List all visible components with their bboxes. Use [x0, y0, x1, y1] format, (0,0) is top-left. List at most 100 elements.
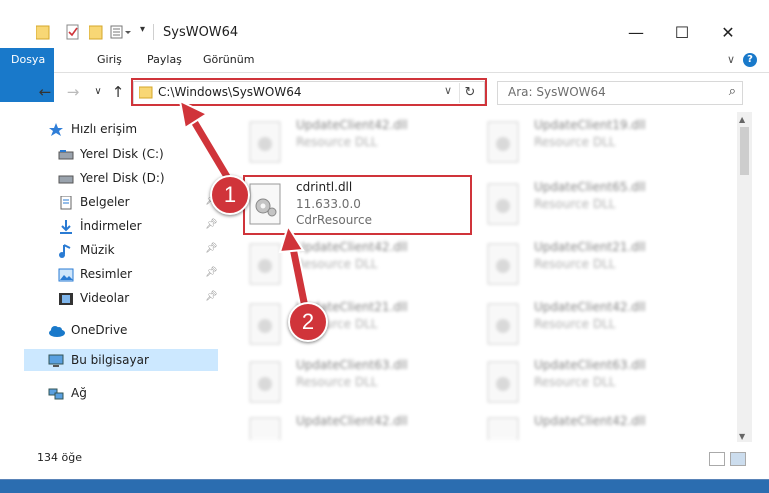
status-bar: 134 öğe — [0, 448, 769, 470]
sidebar-item-label: Ağ — [71, 386, 87, 400]
scroll-down-icon[interactable]: ▼ — [739, 432, 745, 441]
file-name: UpdateClient42.dll — [534, 414, 646, 428]
file-item[interactable]: UpdateClient21.dll Resource DLL — [248, 298, 468, 352]
step-badge-1: 1 — [210, 175, 250, 215]
search-box[interactable]: Ara: SysWOW64 ⌕ — [497, 81, 743, 105]
title-bar: ▾ SysWOW64 — ☐ ✕ — [0, 0, 769, 46]
window-title: SysWOW64 — [163, 25, 239, 40]
music-icon — [58, 243, 74, 258]
explorer-window: ▾ SysWOW64 — ☐ ✕ Dosya Giriş Paylaş Görü… — [0, 0, 769, 479]
maximize-icon: ☐ — [674, 23, 690, 42]
file-item[interactable]: UpdateClient42.dll — [248, 412, 468, 440]
file-name: UpdateClient42.dll — [296, 414, 408, 428]
file-name: UpdateClient21.dll — [534, 240, 646, 254]
file-type: Resource DLL — [534, 197, 616, 211]
help-icon[interactable]: ? — [743, 53, 757, 67]
dll-file-icon — [486, 302, 522, 346]
star-icon — [48, 122, 64, 136]
chevron-down-icon: ∨ — [94, 86, 102, 97]
address-highlight-box — [131, 78, 487, 106]
dll-file-icon — [248, 416, 284, 440]
sidebar-item-label: Yerel Disk (D:) — [80, 171, 165, 185]
up-arrow-icon: ↑ — [111, 83, 125, 101]
recent-locations-button[interactable]: ∨ — [88, 81, 108, 103]
file-name: UpdateClient42.dll — [534, 300, 646, 314]
maximize-button[interactable]: ☐ — [659, 18, 705, 48]
file-type: Resource DLL — [534, 317, 616, 331]
file-type: Resource DLL — [296, 135, 378, 149]
minimize-button[interactable]: — — [613, 18, 659, 48]
tab-view[interactable]: Görünüm — [192, 48, 265, 72]
file-type: Resource DLL — [534, 375, 616, 389]
file-name: UpdateClient42.dll — [296, 118, 408, 132]
properties-icon[interactable] — [66, 24, 80, 42]
drive-icon — [58, 171, 74, 185]
file-item[interactable]: UpdateClient65.dll Resource DLL — [486, 178, 706, 232]
ribbon: Dosya Giriş Paylaş Görünüm ∨ ? — [0, 48, 769, 102]
file-item[interactable]: UpdateClient42.dll Resource DLL — [486, 298, 706, 352]
sidebar-item-label: Müzik — [80, 243, 115, 257]
back-arrow-icon: ← — [38, 83, 52, 101]
pin-icon[interactable]: 📌︎ — [205, 291, 218, 302]
cloud-icon — [48, 323, 65, 337]
file-item[interactable]: UpdateClient21.dll Resource DLL — [486, 238, 706, 292]
file-highlight-box — [243, 175, 472, 235]
dll-file-icon — [486, 416, 522, 440]
file-item[interactable]: UpdateClient42.dll Resource DLL — [248, 238, 468, 292]
file-item[interactable]: UpdateClient63.dll Resource DLL — [248, 356, 468, 410]
customize-toolbar-icon[interactable]: ▾ — [140, 24, 145, 42]
up-button[interactable]: ↑ — [108, 81, 128, 103]
document-icon — [58, 195, 74, 210]
pin-icon[interactable]: 📌︎ — [205, 219, 218, 230]
pictures-icon — [58, 267, 74, 282]
pin-icon[interactable]: 📌︎ — [205, 267, 218, 278]
dll-file-icon — [486, 360, 522, 404]
file-item[interactable]: UpdateClient19.dll Resource DLL — [486, 116, 706, 170]
file-item[interactable]: UpdateClient42.dll — [486, 412, 706, 440]
close-icon: ✕ — [721, 23, 735, 42]
scroll-up-icon[interactable]: ▲ — [739, 115, 745, 124]
file-item[interactable]: UpdateClient42.dll Resource DLL — [248, 116, 468, 170]
navigation-bar: ← → ∨ ↑ C:\Windows\SysWOW64 ∨ ↻ Ara: Sys… — [0, 77, 769, 107]
sidebar-item-label: Bu bilgisayar — [71, 353, 149, 367]
computer-icon — [48, 353, 64, 367]
drive-icon — [58, 147, 74, 161]
large-icons-view-icon[interactable] — [730, 452, 746, 466]
expand-ribbon-icon[interactable]: ∨ — [727, 53, 735, 66]
minimize-icon: — — [628, 23, 644, 42]
tab-home[interactable]: Giriş — [86, 48, 133, 72]
sidebar-item-label: Resimler — [80, 267, 133, 281]
file-name: UpdateClient65.dll — [534, 180, 646, 194]
title-divider — [153, 24, 154, 40]
close-button[interactable]: ✕ — [705, 18, 751, 48]
file-type: Resource DLL — [296, 375, 378, 389]
back-button[interactable]: ← — [35, 81, 55, 103]
file-type: Resource DLL — [534, 257, 616, 271]
dll-file-icon — [248, 302, 284, 346]
file-type: Resource DLL — [534, 135, 616, 149]
tab-share[interactable]: Paylaş — [136, 48, 193, 72]
search-input[interactable]: Ara: SysWOW64 — [508, 85, 606, 99]
sidebar-item-label: Belgeler — [80, 195, 130, 209]
sidebar-item-label: Yerel Disk (C:) — [80, 147, 164, 161]
scrollbar-thumb[interactable] — [740, 127, 749, 175]
navigation-pane: Hızlı erişim Yerel Disk (C:) Yerel Disk … — [0, 112, 222, 442]
dll-file-icon — [486, 182, 522, 226]
file-name: UpdateClient63.dll — [534, 358, 646, 372]
new-folder-icon[interactable] — [88, 24, 103, 42]
pin-icon[interactable]: 📌︎ — [205, 243, 218, 254]
folder-icon — [35, 24, 50, 42]
details-view-icon[interactable] — [709, 452, 725, 466]
sidebar-item-label: İndirmeler — [80, 219, 142, 233]
dll-file-icon — [248, 360, 284, 404]
file-name: UpdateClient63.dll — [296, 358, 408, 372]
forward-arrow-icon: → — [66, 83, 80, 101]
forward-button[interactable]: → — [63, 81, 83, 103]
video-icon — [58, 291, 74, 305]
dll-file-icon — [486, 242, 522, 286]
dll-file-icon — [248, 120, 284, 164]
file-name: UpdateClient42.dll — [296, 240, 408, 254]
file-name: UpdateClient19.dll — [534, 118, 646, 132]
view-options-icon[interactable] — [110, 24, 132, 42]
file-item[interactable]: UpdateClient63.dll Resource DLL — [486, 356, 706, 410]
